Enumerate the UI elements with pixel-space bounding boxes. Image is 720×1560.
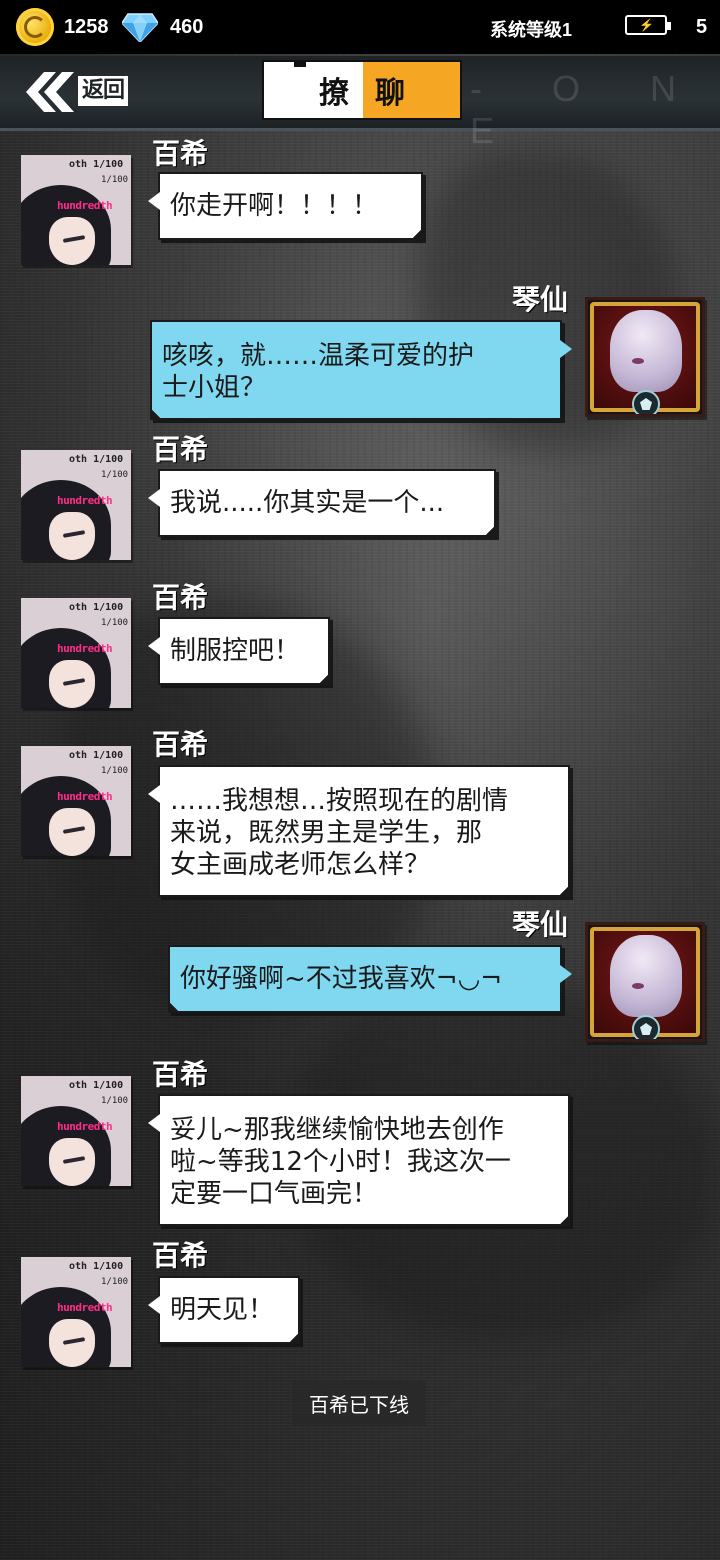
avatar[interactable]: oth 1/100 1/100 hundredth xyxy=(21,1257,131,1367)
chat-header: - O N E 返回 撩 聊 xyxy=(0,56,720,151)
message-text-line: 定要一口气画完！ xyxy=(170,1179,379,1209)
message-bubble: ……我想想…按照现在的剧情 来说，既然男主是学生，那 女主画成老师怎么样？ xyxy=(148,765,570,897)
message-text: 制服控吧！ xyxy=(170,636,301,666)
message-text: 你好骚啊~不过我喜欢¬◡¬ xyxy=(180,964,503,994)
sender-name: 百希 xyxy=(152,137,209,170)
message-bubble: 你好骚啊~不过我喜欢¬◡¬ xyxy=(168,945,572,1013)
message-text-line: ……我想想…按照现在的剧情 xyxy=(170,786,509,816)
gem-count: 460 xyxy=(170,16,204,38)
title-left: 撩 xyxy=(264,62,363,118)
sender-name: 百希 xyxy=(152,728,209,761)
avatar[interactable]: oth 1/100 1/100 hundredth xyxy=(21,450,131,560)
avatar[interactable]: oth 1/100 1/100 hundredth xyxy=(21,155,131,265)
message-text-line: 士小姐？ xyxy=(162,373,267,403)
sender-name: 百希 xyxy=(152,581,209,614)
gem-icon xyxy=(122,13,158,42)
avatar[interactable]: oth 1/100 1/100 hundredth xyxy=(21,598,131,708)
system-notice: 百希已下线 xyxy=(292,1380,426,1426)
rank-badge-icon xyxy=(632,390,660,414)
message-text-line: 女主画成老师怎么样？ xyxy=(170,850,431,880)
avatar[interactable]: oth 1/100 1/100 hundredth xyxy=(21,746,131,856)
message-text-line: 咳咳，就……温柔可爱的护 xyxy=(162,341,475,371)
coin-icon xyxy=(16,8,54,46)
message-text-line: 来说，既然男主是学生，那 xyxy=(170,818,483,848)
message-text-line: 妥儿~那我继续愉快地去创作 xyxy=(170,1115,504,1145)
sender-name: 琴仙 xyxy=(511,283,568,316)
sender-name: 百希 xyxy=(152,1239,209,1272)
avatar[interactable] xyxy=(585,297,705,417)
avatar[interactable]: oth 1/100 1/100 hundredth xyxy=(21,1076,131,1186)
energy-count: 5 xyxy=(696,16,708,38)
system-level: 系统等级1 xyxy=(490,20,573,40)
message-text: 明天见！ xyxy=(170,1295,275,1325)
back-button[interactable]: 返回 xyxy=(22,68,134,116)
message-bubble: 明天见！ xyxy=(148,1276,300,1344)
rank-badge-icon xyxy=(632,1015,660,1039)
double-chevron-left-icon xyxy=(26,72,74,112)
energy-icon: ⚡ xyxy=(625,15,671,35)
coin-count: 1258 xyxy=(64,16,109,38)
sender-name: 琴仙 xyxy=(511,908,568,941)
message-bubble: 制服控吧！ xyxy=(148,617,330,685)
back-label: 返回 xyxy=(78,76,129,106)
header-watermark: - O N E xyxy=(470,68,706,151)
message-bubble: 我说.....你其实是一个... xyxy=(148,469,496,537)
message-bubble: 你走开啊！！！！ xyxy=(148,172,423,240)
message-text-line: 啦~等我12个小时！我这次一 xyxy=(170,1147,511,1177)
status-bar: 1258 460 系统等级1 ⚡ 5 xyxy=(0,0,720,54)
message-bubble: 咳咳，就……温柔可爱的护 士小姐？ xyxy=(150,320,572,420)
avatar[interactable] xyxy=(585,922,705,1042)
page-title: 撩 聊 xyxy=(262,60,462,120)
message-text: 你走开啊！！！！ xyxy=(170,191,379,221)
message-text: 我说.....你其实是一个... xyxy=(170,488,445,518)
title-right: 聊 xyxy=(363,62,460,118)
sender-name: 百希 xyxy=(152,1058,209,1091)
sender-name: 百希 xyxy=(152,433,209,466)
message-bubble: 妥儿~那我继续愉快地去创作 啦~等我12个小时！我这次一 定要一口气画完！ xyxy=(148,1094,570,1226)
